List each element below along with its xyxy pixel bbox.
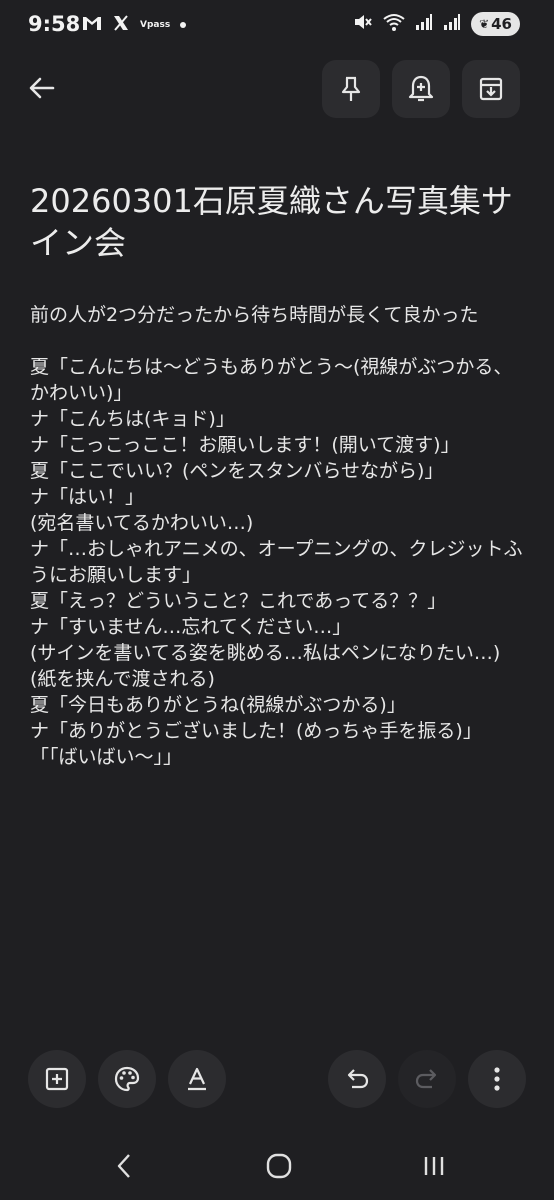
- recents-nav-icon: [424, 1157, 444, 1175]
- battery-level: 46: [491, 15, 512, 33]
- signal-icon: [415, 13, 433, 35]
- body-line: ナ「はい！」: [30, 486, 145, 508]
- notification-dot: [180, 22, 187, 28]
- undo-icon: [347, 1069, 369, 1089]
- body-line: 夏「ここでいい？(ペンをスタンバらせながら)」: [30, 460, 444, 482]
- add-button[interactable]: [28, 1050, 86, 1108]
- body-line: ナ「すいません…忘れてください…」: [30, 616, 352, 638]
- body-line: (宛名書いてるかわいい…): [30, 512, 254, 534]
- pin-button[interactable]: [322, 60, 380, 118]
- body-line: ナ「…おしゃれアニメの、オープニングの、クレジットふうにお願いします」: [30, 538, 523, 586]
- body-line: (紙を挟んで渡される): [30, 668, 215, 690]
- palette-icon: [114, 1066, 140, 1092]
- home-nav-icon: [266, 1153, 292, 1179]
- nav-home-button[interactable]: [255, 1144, 303, 1188]
- body-line: ナ「ありがとうございました！(めっちゃ手を振る)」: [30, 720, 482, 742]
- body-line: [30, 328, 530, 354]
- redo-button[interactable]: [398, 1050, 456, 1108]
- background-color-button[interactable]: [98, 1050, 156, 1108]
- mute-icon: [353, 12, 373, 36]
- status-bar: 9:58 Vpass ❦ 46: [0, 0, 554, 52]
- body-line: ナ「こっこっここ！お願いします！(開いて渡す)」: [30, 434, 460, 456]
- archive-button[interactable]: [462, 60, 520, 118]
- body-line: 夏「今日もありがとうね(視線がぶつかる)」: [30, 694, 406, 716]
- back-button[interactable]: [22, 68, 62, 108]
- nav-recents-button[interactable]: [410, 1144, 458, 1188]
- wifi-icon: [383, 12, 405, 36]
- body-line: ナ「こんちは(キョド)」: [30, 408, 235, 430]
- more-vert-icon: [494, 1067, 500, 1091]
- status-right-icons: ❦ 46: [353, 12, 520, 36]
- body-line: (サインを書いてる姿を眺める…私はペンになりたい…): [30, 642, 501, 664]
- pin-icon: [341, 76, 361, 101]
- add-box-icon: [45, 1067, 69, 1091]
- more-options-button[interactable]: [468, 1050, 526, 1108]
- status-time: 9:58: [28, 12, 81, 36]
- body-line: 「「ばいばい〜」」: [30, 746, 183, 768]
- nav-back-button[interactable]: [100, 1144, 148, 1188]
- body-line: 夏「こんにちは〜どうもありがとう〜(視線がぶつかる、かわいい)」: [30, 356, 513, 404]
- vpass-icon: Vpass: [140, 20, 171, 30]
- note-title[interactable]: 20260301石原夏織さん写真集サイン会: [30, 180, 530, 264]
- body-line: 夏「えっ？どういうこと？これであってる？？」: [30, 590, 447, 612]
- reminder-bell-icon: [408, 75, 434, 102]
- reminder-button[interactable]: [392, 60, 450, 118]
- status-left-icons: Vpass: [82, 14, 187, 36]
- battery-icon: ❦ 46: [471, 12, 520, 36]
- gmail-icon: [82, 15, 102, 35]
- signal-icon: [443, 13, 461, 35]
- body-line: 前の人が2つ分だったから待ち時間が長くて良かった: [30, 304, 479, 326]
- x-icon: [112, 14, 130, 36]
- text-format-icon: [188, 1067, 206, 1091]
- leaf-icon: ❦: [479, 17, 490, 31]
- note-body[interactable]: 前の人が2つ分だったから待ち時間が長くて良かった 夏「こんにちは〜どうもありがと…: [30, 302, 530, 770]
- text-format-button[interactable]: [168, 1050, 226, 1108]
- archive-icon: [479, 77, 503, 101]
- undo-button[interactable]: [328, 1050, 386, 1108]
- back-nav-icon: [117, 1154, 130, 1178]
- redo-icon: [415, 1069, 437, 1089]
- back-arrow-icon: [29, 77, 55, 99]
